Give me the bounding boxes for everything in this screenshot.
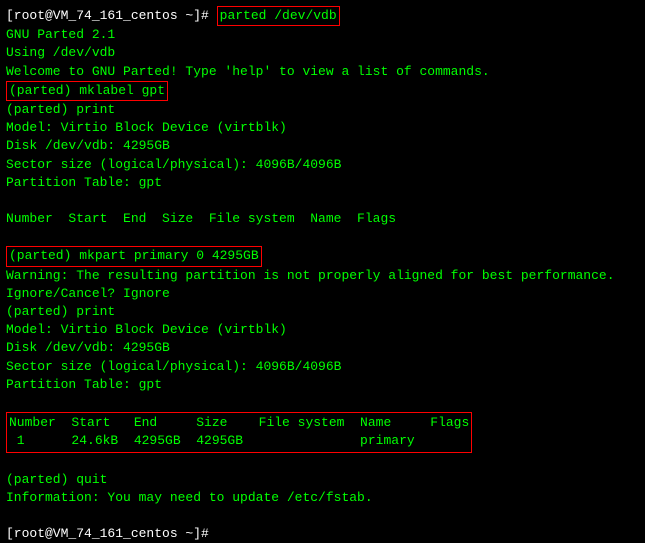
partition-table-line: Partition Table: gpt: [6, 174, 639, 192]
table-header-1: Number Start End Size File system Name F…: [6, 210, 639, 228]
model-line: Model: Virtio Block Device (virtblk): [6, 119, 639, 137]
shell-prompt: [root@VM_74_161_centos ~]#: [6, 8, 217, 23]
cmd-parted: parted /dev/vdb: [217, 6, 340, 26]
partition-table-line-2: Partition Table: gpt: [6, 376, 639, 394]
using-device: Using /dev/vdb: [6, 44, 639, 62]
ignore-prompt[interactable]: Ignore/Cancel? Ignore: [6, 285, 639, 303]
gnu-parted-version: GNU Parted 2.1: [6, 26, 639, 44]
cmd-print-2: (parted) print: [6, 303, 639, 321]
info-line: Information: You may need to update /etc…: [6, 489, 639, 507]
cmd-mkpart: (parted) mkpart primary 0 4295GB: [6, 246, 262, 266]
warning-line: Warning: The resulting partition is not …: [6, 267, 639, 285]
disk-line: Disk /dev/vdb: 4295GB: [6, 137, 639, 155]
table-row-1: 1 24.6kB 4295GB 4295GB primary: [9, 432, 469, 450]
cmd-quit: (parted) quit: [6, 471, 639, 489]
partition-table-box: Number Start End Size File system Name F…: [6, 412, 472, 452]
model-line-2: Model: Virtio Block Device (virtblk): [6, 321, 639, 339]
table-header-2: Number Start End Size File system Name F…: [9, 414, 469, 432]
cmd-mklabel: (parted) mklabel gpt: [6, 81, 168, 101]
prompt-line-1[interactable]: [root@VM_74_161_centos ~]# parted /dev/v…: [6, 6, 639, 26]
sector-line: Sector size (logical/physical): 4096B/40…: [6, 156, 639, 174]
cmd-print-1: (parted) print: [6, 101, 639, 119]
sector-line-2: Sector size (logical/physical): 4096B/40…: [6, 358, 639, 376]
welcome-msg: Welcome to GNU Parted! Type 'help' to vi…: [6, 63, 639, 81]
disk-line-2: Disk /dev/vdb: 4295GB: [6, 339, 639, 357]
